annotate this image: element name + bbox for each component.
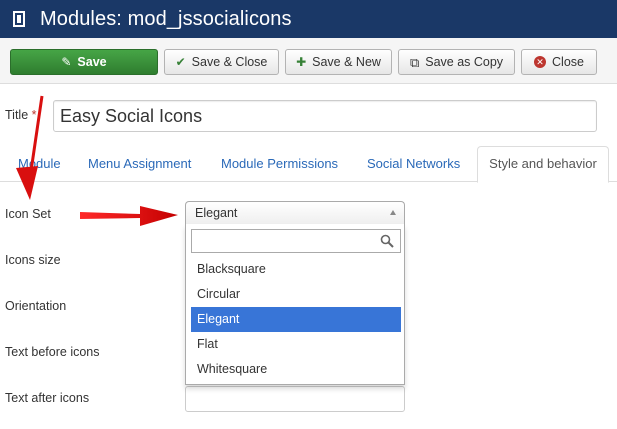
option-elegant[interactable]: Elegant [191, 307, 401, 332]
tab-module-permissions[interactable]: Module Permissions [221, 156, 338, 171]
close-label: Close [552, 55, 584, 69]
tab-menu-assignment[interactable]: Menu Assignment [88, 156, 191, 171]
option-flat[interactable]: Flat [191, 332, 401, 357]
joomla-logo-icon [13, 11, 25, 27]
tab-bar: Module Menu Assignment Module Permission… [0, 146, 617, 183]
icon-set-selected-value: Elegant [195, 206, 238, 220]
caret-up-icon [390, 210, 396, 215]
save-new-label: Save & New [312, 55, 381, 69]
page-title: Modules: mod_jssocialicons [40, 7, 292, 30]
tab-module[interactable]: Module [18, 156, 61, 171]
icon-set-label: Icon Set [5, 207, 51, 221]
app-header: Modules: mod_jssocialicons [0, 0, 617, 38]
save-copy-button[interactable]: ⧉ Save as Copy [398, 49, 515, 75]
check-icon: ✔ [175, 55, 186, 69]
close-button[interactable]: ✕ Close [521, 49, 597, 75]
plus-icon: ✚ [296, 55, 307, 69]
save-new-button[interactable]: ✚ Save & New [285, 49, 392, 75]
text-after-icons-label: Text after icons [5, 391, 90, 405]
edit-icon: ✎ [61, 55, 72, 69]
save-close-label: Save & Close [191, 55, 268, 69]
tab-style-and-behavior[interactable]: Style and behavior [477, 146, 609, 183]
close-circle-icon: ✕ [534, 56, 547, 68]
orientation-label: Orientation [5, 299, 67, 313]
option-blacksquare[interactable]: Blacksquare [191, 257, 401, 282]
save-button[interactable]: ✎ Save [10, 49, 158, 75]
icon-set-dropdown: Blacksquare Circular Elegant Flat Whites… [185, 224, 405, 385]
title-label-text: Title [5, 108, 29, 122]
option-whitesquare[interactable]: Whitesquare [191, 357, 401, 382]
tab-social-networks[interactable]: Social Networks [367, 156, 460, 171]
text-before-icons-label: Text before icons [5, 345, 100, 359]
dropdown-search-input[interactable] [191, 229, 401, 253]
toolbar: ✎ Save ✔ Save & Close ✚ Save & New ⧉ Sav… [0, 38, 617, 84]
horizontal-arrow-icon [80, 206, 178, 226]
icon-set-select[interactable]: Elegant [185, 201, 405, 225]
save-close-button[interactable]: ✔ Save & Close [164, 49, 279, 75]
required-marker: * [31, 108, 37, 122]
save-button-label: Save [77, 55, 107, 69]
title-input[interactable] [53, 100, 597, 132]
text-after-icons-input[interactable] [185, 386, 405, 412]
option-circular[interactable]: Circular [191, 282, 401, 307]
search-icon [380, 234, 394, 248]
copy-icon: ⧉ [409, 54, 420, 70]
title-label: Title * [5, 108, 37, 122]
icons-size-label: Icons size [5, 253, 61, 267]
save-copy-label: Save as Copy [425, 55, 504, 69]
